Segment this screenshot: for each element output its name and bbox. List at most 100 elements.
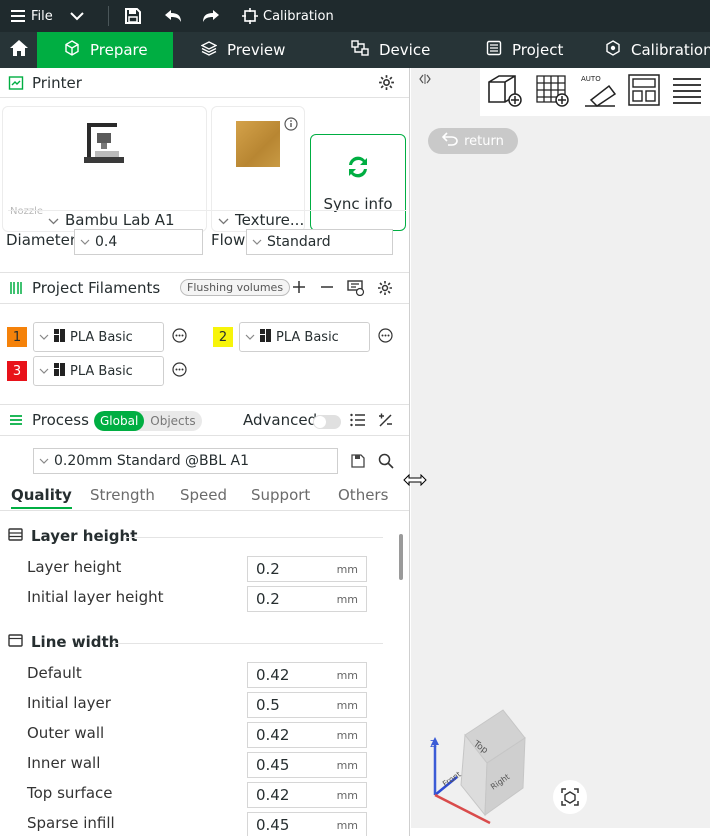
filament-select[interactable]: PLA Basic [239, 322, 370, 352]
sync-info-button[interactable]: Sync info [310, 134, 406, 231]
more-icon[interactable] [172, 361, 187, 381]
diameter-value: 0.4 [95, 234, 118, 250]
save-preset-icon[interactable] [351, 454, 365, 468]
view-cube[interactable]: Z Top Front Right [425, 705, 535, 830]
subtab-support[interactable]: Support [251, 486, 310, 504]
return-icon [441, 132, 458, 150]
calibration-menu[interactable]: Calibration [242, 0, 334, 32]
option-value: 0.45 [256, 756, 290, 774]
flushing-volumes-button[interactable]: Flushing volumes [180, 279, 291, 296]
group-line-width-header: Line width [8, 633, 119, 651]
info-icon[interactable] [284, 117, 298, 135]
tab-device[interactable]: Device [323, 32, 458, 68]
process-subtabs: Quality Strength Speed Support Others [0, 484, 409, 512]
layers-list-icon[interactable] [671, 75, 703, 109]
undo-button[interactable] [163, 0, 183, 32]
line-width-default-input[interactable]: 0.42 mm [247, 662, 367, 688]
line-width-top-surface-input[interactable]: 0.42 mm [247, 782, 367, 808]
more-icon[interactable] [172, 327, 187, 347]
viewport-toolbar: AUTO [480, 68, 710, 116]
gear-icon[interactable] [378, 74, 395, 91]
tab-preview[interactable]: Preview [173, 32, 323, 68]
resize-cursor-icon [403, 473, 427, 490]
chevron-down-icon [240, 334, 260, 340]
subtab-strength[interactable]: Strength [90, 486, 155, 504]
file-menu[interactable]: File [10, 0, 53, 32]
return-button[interactable]: return [428, 128, 518, 154]
filament-number: 3 [7, 361, 27, 381]
arrange-icon[interactable] [627, 73, 661, 111]
save-button[interactable] [124, 0, 142, 32]
gear-icon[interactable] [377, 280, 393, 296]
camera-focus-icon [561, 788, 579, 806]
subtab-quality[interactable]: Quality [11, 486, 72, 509]
settings-scrollbar[interactable] [399, 534, 403, 580]
group-divider [112, 643, 383, 644]
chevron-down-icon [48, 211, 59, 229]
search-icon[interactable] [378, 453, 394, 469]
ams-icon [347, 280, 365, 296]
minus-icon [321, 286, 333, 288]
line-width-inner-wall-input[interactable]: 0.45 mm [247, 752, 367, 778]
line-width-outer-wall-input[interactable]: 0.42 mm [247, 722, 367, 748]
tab-project[interactable]: Project [458, 32, 581, 68]
tab-calibration[interactable]: Calibration [581, 32, 710, 68]
printer-name-row: Bambu Lab A1 [48, 211, 175, 229]
filament-slot-2[interactable]: 2 PLA Basic [213, 322, 393, 352]
filament-sync-button[interactable] [347, 280, 365, 296]
subtab-others[interactable]: Others [338, 486, 388, 504]
printer-name: Bambu Lab A1 [65, 211, 175, 229]
filaments-title: Project Filaments [32, 279, 161, 297]
filament-brand-icon [260, 328, 271, 346]
flow-select[interactable]: Standard [246, 229, 393, 255]
tab-prepare[interactable]: Prepare [37, 32, 173, 68]
home-button[interactable] [0, 32, 37, 68]
remove-filament-button[interactable] [320, 280, 334, 294]
option-value: 0.2 [256, 590, 280, 608]
flow-label: Flow [211, 231, 246, 249]
tab-label: Preview [227, 41, 286, 59]
process-preset-select[interactable]: 0.20mm Standard @BBL A1 [33, 448, 338, 474]
plate-name: Texture... [235, 211, 305, 229]
line-width-sparse-infill-input[interactable]: 0.45 mm [247, 812, 367, 836]
subtab-divider [0, 510, 409, 511]
filament-select[interactable]: PLA Basic [33, 356, 164, 386]
menu-dropdown-button[interactable] [70, 0, 84, 32]
plus-icon [293, 281, 305, 293]
global-objects-switch[interactable]: Global Objects [94, 411, 202, 431]
line-width-initial-layer-input[interactable]: 0.5 mm [247, 692, 367, 718]
title-bar: File Calibration [0, 0, 710, 32]
reset-view-button[interactable] [553, 780, 587, 814]
filament-name: PLA Basic [70, 329, 133, 345]
hamburger-icon [10, 9, 26, 23]
redo-button[interactable] [201, 0, 221, 32]
filament-icon [8, 280, 24, 296]
add-plate-icon[interactable] [535, 72, 571, 112]
initial-layer-height-input[interactable]: 0.2 mm [247, 586, 367, 612]
objects-option[interactable]: Objects [144, 411, 201, 431]
option-unit: mm [336, 562, 358, 576]
more-icon[interactable] [378, 327, 393, 347]
cube-front-label: Front [441, 770, 463, 789]
percent-compare-icon[interactable] [377, 412, 393, 428]
filament-select[interactable]: PLA Basic [33, 322, 164, 352]
filament-number: 1 [7, 327, 27, 347]
add-object-icon[interactable] [485, 72, 525, 112]
plate-select-card[interactable]: Texture... [211, 106, 305, 232]
sync-icon [344, 153, 372, 185]
diameter-select[interactable]: 0.4 [74, 229, 203, 255]
filament-slot-1[interactable]: 1 PLA Basic [7, 322, 187, 352]
add-filament-button[interactable] [292, 280, 306, 294]
filament-name: PLA Basic [276, 329, 339, 345]
collapse-sidebar-button[interactable] [416, 70, 434, 88]
chevron-down-icon [75, 239, 95, 245]
global-option[interactable]: Global [94, 411, 145, 431]
auto-orient-icon[interactable]: AUTO [581, 72, 617, 112]
layer-height-input[interactable]: 0.2 mm [247, 556, 367, 582]
advanced-toggle[interactable] [313, 415, 341, 429]
filament-slot-3[interactable]: 3 PLA Basic [7, 356, 187, 386]
file-label: File [31, 8, 53, 24]
calibration-icon [605, 40, 621, 60]
list-icon[interactable] [350, 413, 366, 427]
subtab-speed[interactable]: Speed [180, 486, 227, 504]
